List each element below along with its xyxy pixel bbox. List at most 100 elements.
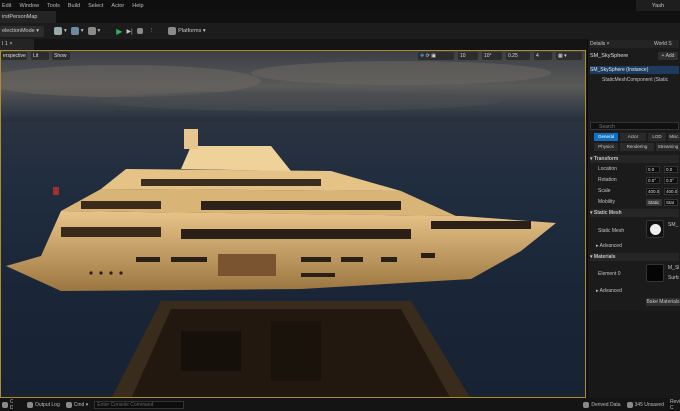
rotation-x-field[interactable]: 0.0° bbox=[646, 177, 660, 184]
drawer-icon bbox=[2, 401, 8, 408]
element0-value[interactable]: M_Sk bbox=[668, 264, 679, 272]
advanced-toggle[interactable]: ▸ Advanced bbox=[596, 242, 680, 250]
bake-materials-button[interactable]: Bake Materials bbox=[646, 298, 680, 306]
user-name[interactable]: Yash bbox=[636, 0, 680, 11]
menu-edit[interactable]: Edit bbox=[2, 3, 11, 9]
step-button[interactable]: ▶| bbox=[126, 26, 132, 37]
material-thumbnail[interactable] bbox=[646, 264, 664, 282]
content-drawer-label: Content Drawer bbox=[10, 398, 13, 411]
mobility-label: Mobility bbox=[598, 199, 615, 205]
scale-snap-button[interactable]: 0.25 bbox=[506, 52, 530, 60]
window-band bbox=[141, 179, 321, 186]
instance-row[interactable]: SM_SkySphere (Instance) bbox=[590, 66, 679, 74]
location-y-field[interactable]: 0.0 bbox=[664, 166, 678, 173]
play-options-button[interactable]: ⋮ bbox=[149, 26, 155, 37]
unsaved-button[interactable]: 345 Unsaved bbox=[626, 401, 664, 408]
cmd-dropdown[interactable]: Cmd ▾ bbox=[65, 401, 88, 408]
transform-section[interactable]: ▾ Transform bbox=[590, 155, 679, 163]
rotation-y-field[interactable]: 0.0° bbox=[664, 177, 678, 184]
platforms-icon bbox=[168, 27, 177, 35]
details-search-input[interactable]: Search bbox=[590, 122, 679, 130]
derived-data-button[interactable]: Derived Data bbox=[583, 401, 621, 408]
main-toolbar: electionMode ▾ ▾ ▾ ▾ ▶ ▶| ⋮ Platforms ▾ bbox=[0, 23, 680, 39]
play-button[interactable]: ▶ bbox=[116, 26, 122, 37]
scale-x-field[interactable]: 400.0 bbox=[646, 188, 660, 195]
lit-mode-button[interactable]: Lit bbox=[31, 52, 49, 60]
mobility-static-button[interactable]: Static bbox=[646, 199, 662, 206]
location-x-field[interactable]: 0.0 bbox=[646, 166, 660, 173]
advanced-toggle-2[interactable]: ▸ Advanced bbox=[596, 287, 680, 295]
viewport-tab-row bbox=[0, 39, 586, 50]
category-misc[interactable]: Misc bbox=[668, 133, 680, 141]
category-physics[interactable]: Physics bbox=[594, 143, 618, 151]
advanced-label-2: Advanced bbox=[599, 288, 622, 294]
scale-y-field[interactable]: 400.0 bbox=[664, 188, 678, 195]
level-viewport[interactable] bbox=[0, 50, 586, 398]
skip-icon: ▶| bbox=[126, 28, 133, 35]
add-component-button[interactable]: + Add bbox=[658, 52, 678, 60]
status-bar: Content Drawer Output Log Cmd ▾ Enter Co… bbox=[0, 398, 680, 411]
yacht-mast bbox=[184, 129, 198, 149]
terminal-icon bbox=[65, 401, 72, 408]
scale-snap-value: 0.25 bbox=[508, 53, 518, 59]
perspective-button[interactable]: erspective bbox=[1, 52, 27, 60]
clapper-icon bbox=[87, 27, 96, 35]
category-rendering[interactable]: Rendering bbox=[620, 143, 654, 151]
component-row[interactable]: StaticMeshComponent (Static bbox=[590, 76, 679, 84]
rotation-snap-button[interactable]: 10° bbox=[482, 52, 502, 60]
console-input[interactable]: Enter Console Command bbox=[94, 400, 185, 409]
menu-tools[interactable]: Tools bbox=[47, 3, 60, 9]
yacht-bridge bbox=[181, 146, 291, 171]
log-icon bbox=[27, 401, 33, 408]
selection-mode-dropdown[interactable]: electionMode ▾ bbox=[0, 25, 44, 37]
menu-actor[interactable]: Actor bbox=[111, 3, 124, 9]
stop-button[interactable] bbox=[136, 26, 145, 37]
static-mesh-value[interactable]: SM_ bbox=[668, 221, 679, 229]
show-label: Show bbox=[54, 53, 67, 59]
output-log-button[interactable]: Output Log bbox=[27, 401, 60, 408]
menu-help[interactable]: Help bbox=[132, 3, 143, 9]
show-button[interactable]: Show bbox=[52, 52, 70, 60]
materials-section[interactable]: ▾ Materials bbox=[590, 253, 679, 261]
output-log-label: Output Log bbox=[35, 401, 60, 408]
revision-control-button[interactable]: Revision C bbox=[670, 399, 680, 411]
move-icon: ✥ bbox=[420, 53, 425, 59]
sphere-icon bbox=[650, 224, 661, 235]
viewport-tab[interactable]: l 1 × bbox=[0, 39, 34, 50]
data-icon bbox=[583, 401, 590, 408]
revision-control-label: Revision C bbox=[670, 398, 680, 411]
category-general[interactable]: General bbox=[594, 133, 618, 141]
cmd-label: Cmd bbox=[73, 401, 85, 408]
mobility-stationary-button[interactable]: Stat bbox=[664, 199, 678, 206]
map-tab[interactable]: irstPersonMap bbox=[0, 11, 56, 23]
element0-value2: Surfac bbox=[668, 275, 679, 281]
menu-build[interactable]: Build bbox=[68, 3, 80, 9]
content-drawer-button[interactable]: Content Drawer bbox=[2, 399, 13, 411]
world-settings-tab[interactable]: World S bbox=[654, 40, 680, 48]
window-band bbox=[201, 201, 401, 210]
platforms-button[interactable]: Platforms ▾ bbox=[168, 26, 206, 37]
static-mesh-section[interactable]: ▾ Static Mesh bbox=[590, 209, 679, 217]
transform-tools[interactable]: ✥ ⟳ ▣ bbox=[418, 52, 454, 60]
viewport-options-button[interactable]: ▦ ▾ bbox=[556, 52, 582, 60]
menu-window[interactable]: Window bbox=[19, 3, 39, 9]
static-mesh-thumbnail[interactable] bbox=[646, 220, 664, 238]
grid-snap-button[interactable]: 10 bbox=[458, 52, 478, 60]
cube-add-icon bbox=[54, 27, 62, 35]
menu-bar: Edit Window Tools Build Select Actor Hel… bbox=[0, 0, 680, 11]
camera-speed-button[interactable]: 4 bbox=[534, 52, 552, 60]
window-band bbox=[181, 229, 411, 239]
menu-select[interactable]: Select bbox=[88, 3, 103, 9]
window-band bbox=[431, 221, 531, 229]
element0-label: Element 0 bbox=[598, 271, 621, 277]
panel-empty-area bbox=[588, 311, 680, 398]
location-label: Location bbox=[598, 166, 617, 172]
cloud bbox=[251, 61, 551, 85]
category-lod[interactable]: LOD bbox=[648, 133, 666, 141]
category-streaming[interactable]: Streaming bbox=[656, 143, 680, 151]
unsaved-label: 345 Unsaved bbox=[634, 401, 664, 408]
category-actor[interactable]: Actor bbox=[620, 133, 646, 141]
blueprint-button[interactable]: ▾ bbox=[70, 26, 84, 37]
content-button[interactable]: ▾ bbox=[54, 26, 67, 37]
cinematics-button[interactable]: ▾ bbox=[87, 26, 100, 37]
